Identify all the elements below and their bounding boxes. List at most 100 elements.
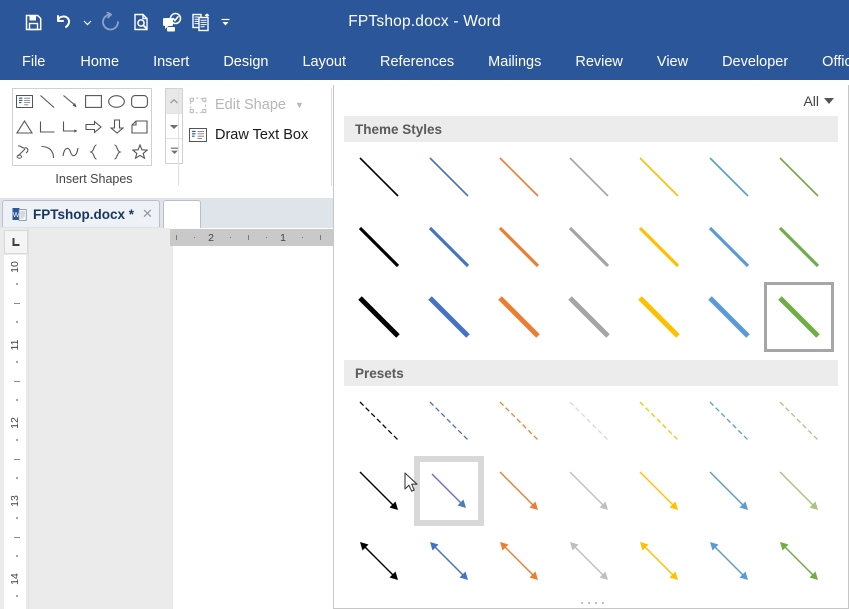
left-brace-shape[interactable] [82,139,105,164]
preset-blue-double-arrow[interactable] [414,526,484,596]
tab-stop-selector[interactable] [4,230,28,254]
right-brace-shape[interactable] [105,139,128,164]
theme-style-gold-medium[interactable] [624,212,694,282]
theme-style-orange-thin[interactable] [484,142,554,212]
theme-style-orange-thick[interactable] [484,282,554,352]
theme-style-black-thin[interactable] [344,142,414,212]
preset-lightblue-arrow[interactable] [694,456,764,526]
rounded-rectangle-shape[interactable] [128,89,151,114]
triangle-shape[interactable] [13,114,36,139]
theme-style-gray-thick[interactable] [554,282,624,352]
close-icon[interactable]: ✕ [142,206,153,222]
preset-gold-arrow[interactable] [624,456,694,526]
vruler-dot [16,361,18,363]
tab-view[interactable]: View [640,44,705,80]
preset-black-arrow[interactable] [344,456,414,526]
theme-style-green-thick[interactable] [764,282,834,352]
preset-green-double-arrow[interactable] [764,526,834,596]
document-page[interactable] [173,246,333,609]
document-tab-fptshop[interactable]: W FPTshop.docx * ✕ [2,200,160,227]
theme-style-green-medium[interactable] [764,212,834,282]
preset-orange-double-arrow[interactable] [484,526,554,596]
preset-blue-dashed[interactable] [414,386,484,456]
customize-quick-access-icon[interactable] [216,7,234,37]
text-box-shape[interactable] [13,89,36,114]
line-shape[interactable] [36,89,59,114]
preset-gray-dashed[interactable] [554,386,624,456]
tab-review[interactable]: Review [558,44,640,80]
edit-shape-chevron-down-icon[interactable]: ▼ [295,100,304,110]
shapes-scroll-up-button[interactable] [166,89,182,114]
preset-orange-arrow[interactable] [484,456,554,526]
star-shape[interactable] [128,139,151,164]
draw-text-box-button[interactable]: Draw Text Box [188,120,328,150]
theme-style-gold-thick[interactable] [624,282,694,352]
tab-layout[interactable]: Layout [285,44,363,80]
curve-shape[interactable] [59,139,82,164]
elbow-connector-shape[interactable] [36,114,59,139]
preset-lightblue-double-arrow[interactable] [694,526,764,596]
tab-references[interactable]: References [363,44,471,80]
theme-style-blue-medium[interactable] [414,212,484,282]
theme-style-lightblue-thin[interactable] [694,142,764,212]
shapes-more-button[interactable] [166,139,182,163]
preset-gold-double-arrow[interactable] [624,526,694,596]
rectangle-shape[interactable] [82,89,105,114]
theme-style-orange-medium[interactable] [484,212,554,282]
undo-dropdown-icon[interactable] [78,7,96,37]
preset-orange-dashed[interactable] [484,386,554,456]
preset-black-double-arrow[interactable] [344,526,414,596]
preset-green-arrow[interactable] [764,456,834,526]
vruler-dot [16,283,18,285]
theme-style-lightblue-thick[interactable] [694,282,764,352]
shapes-gallery[interactable] [12,88,152,166]
vertical-ruler[interactable]: 10 11 12 13 14 [4,255,26,609]
theme-style-lightblue-medium[interactable] [694,212,764,282]
down-arrow-shape[interactable] [105,114,128,139]
tab-developer[interactable]: Developer [705,44,805,80]
undo-icon[interactable] [48,7,78,37]
preset-blue-arrow[interactable] [414,456,484,526]
oval-shape[interactable] [105,89,128,114]
tab-insert[interactable]: Insert [136,44,206,80]
chevron-down-icon[interactable] [824,97,834,104]
preset-gray-arrow[interactable] [554,456,624,526]
elbow-arrow-connector-shape[interactable] [59,114,82,139]
tab-home[interactable]: Home [63,44,136,80]
scribble-shape[interactable] [13,139,36,164]
all-filter-label: All [803,92,819,109]
draw-text-box-icon [188,125,208,145]
line-arrow-shape[interactable] [59,89,82,114]
folded-corner-shape[interactable] [128,114,151,139]
theme-style-gold-thin[interactable] [624,142,694,212]
tab-mailings[interactable]: Mailings [471,44,558,80]
theme-style-green-thin[interactable] [764,142,834,212]
spelling-grammar-icon[interactable] [156,7,186,37]
theme-style-black-thick[interactable] [344,282,414,352]
tab-design[interactable]: Design [206,44,285,80]
save-icon[interactable] [18,7,48,37]
theme-style-black-medium[interactable] [344,212,414,282]
print-preview-icon[interactable] [126,7,156,37]
theme-style-gray-medium[interactable] [554,212,624,282]
shapes-scroll-buttons [165,88,183,164]
right-arrow-shape[interactable] [82,114,105,139]
shapes-scroll-down-button[interactable] [166,114,182,139]
preset-lightblue-dashed[interactable] [694,386,764,456]
theme-style-blue-thin[interactable] [414,142,484,212]
edit-shape-button[interactable]: Edit Shape ▼ [188,90,328,120]
document-compare-icon[interactable] [186,7,216,37]
all-filter-button[interactable]: All [803,93,834,109]
arc-shape[interactable] [36,139,59,164]
resize-grip[interactable] [334,602,848,604]
preset-gold-dashed[interactable] [624,386,694,456]
preset-black-dashed[interactable] [344,386,414,456]
horizontal-ruler[interactable]: 2 1 [170,228,333,246]
preset-gray-double-arrow[interactable] [554,526,624,596]
theme-style-gray-thin[interactable] [554,142,624,212]
theme-style-blue-thick[interactable] [414,282,484,352]
tab-office-tab[interactable]: Office Tab [805,44,849,80]
preset-green-dashed[interactable] [764,386,834,456]
tab-file[interactable]: File [22,44,63,80]
new-tab-button[interactable] [163,200,201,228]
